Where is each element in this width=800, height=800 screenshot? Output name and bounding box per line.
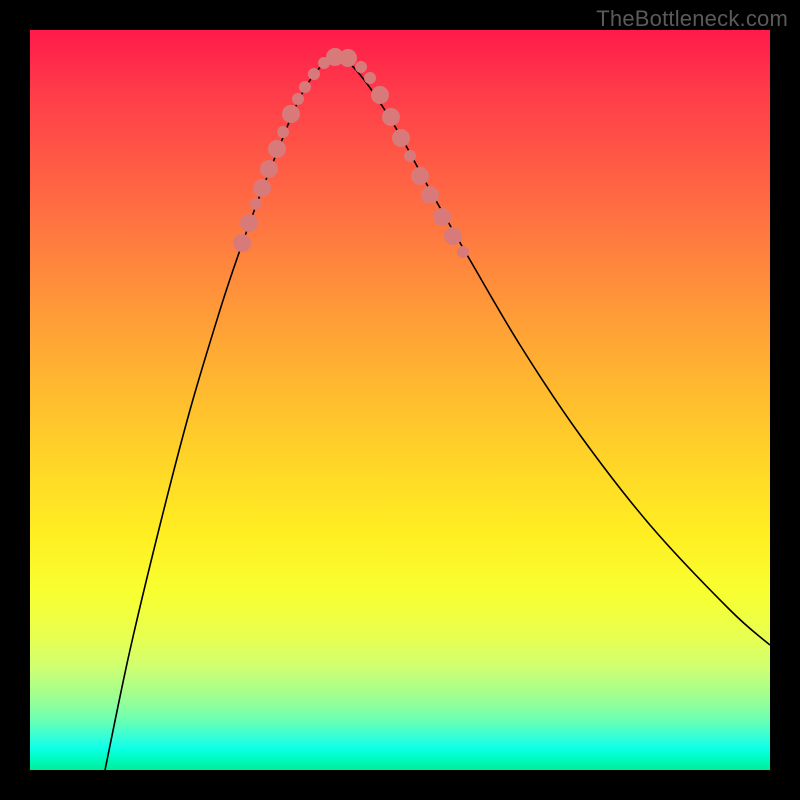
bottleneck-curve (105, 56, 770, 770)
bottleneck-chart (30, 30, 770, 770)
bead-marker (233, 234, 251, 252)
bead-marker (339, 49, 357, 67)
bead-marker (260, 160, 278, 178)
bead-marker (308, 68, 320, 80)
bead-marker (404, 150, 416, 162)
bead-marker (292, 93, 304, 105)
bead-marker (371, 86, 389, 104)
bead-marker (364, 72, 376, 84)
bead-marker (355, 61, 367, 73)
bead-marker (299, 81, 311, 93)
bead-marker (277, 126, 289, 138)
bead-marker (433, 208, 451, 226)
bead-marker (457, 246, 469, 258)
chart-area (30, 30, 770, 770)
bead-marker (444, 227, 462, 245)
bead-marker (411, 167, 429, 185)
bead-marker (382, 108, 400, 126)
bead-marker (421, 186, 439, 204)
watermark-text: TheBottleneck.com (596, 6, 788, 32)
bead-marker (268, 140, 286, 158)
bead-marker (250, 198, 262, 210)
bead-marker (392, 129, 410, 147)
bead-marker (282, 105, 300, 123)
bead-marker (240, 214, 258, 232)
bead-marker (253, 179, 271, 197)
highlight-beads (233, 48, 469, 258)
